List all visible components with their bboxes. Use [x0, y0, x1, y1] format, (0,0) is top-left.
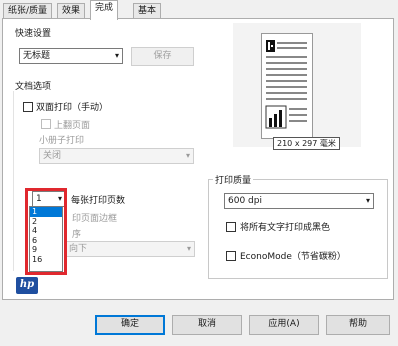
paper-size-label: 210 x 297 毫米	[273, 137, 340, 150]
booklet-select[interactable]: 关闭 ▾	[39, 148, 194, 164]
chevron-down-icon: ▾	[186, 244, 191, 253]
flip-up-checkbox[interactable]	[41, 119, 51, 129]
economode-label: EconoMode（节省碳粉）	[240, 252, 346, 262]
duplex-checkbox[interactable]	[23, 102, 33, 112]
booklet-label: 小册子打印	[39, 136, 85, 146]
booklet-value: 关闭	[43, 151, 62, 161]
page-sheet-preview	[261, 33, 313, 139]
quick-settings-select[interactable]: 无标题 ▾	[19, 48, 123, 64]
page-order-value: 向下	[69, 244, 88, 254]
duplex-label: 双面打印（手动）	[36, 103, 109, 113]
red-highlight-box	[25, 188, 67, 275]
page-order-label: 序	[72, 230, 82, 240]
quick-settings-label: 快速设置	[15, 29, 52, 39]
apply-button[interactable]: 应用(A)	[249, 315, 319, 335]
print-quality-value: 600 dpi	[228, 196, 262, 206]
tab-bar: 纸张/质量 效果 完成 基本	[0, 0, 398, 20]
tab-effects[interactable]: 效果	[57, 3, 86, 19]
page-preview: 210 x 297 毫米	[233, 23, 361, 150]
print-quality-label: 打印质量	[213, 173, 254, 186]
chevron-down-icon: ▾	[185, 151, 190, 160]
tab-basics[interactable]: 基本	[133, 3, 162, 19]
cancel-button[interactable]: 取消	[172, 315, 242, 335]
save-button[interactable]: 保存	[131, 47, 194, 66]
chevron-down-icon: ▾	[114, 51, 119, 60]
ok-button[interactable]: 确定	[95, 315, 165, 335]
pages-per-sheet-label: 每张打印页数	[71, 196, 126, 206]
black-text-label: 将所有文字打印成黑色	[240, 223, 331, 233]
quick-settings-value: 无标题	[23, 51, 51, 61]
tab-paper-quality[interactable]: 纸张/质量	[3, 3, 53, 19]
black-text-checkbox[interactable]	[226, 222, 236, 232]
document-preview-icon	[265, 40, 307, 129]
print-quality-select[interactable]: 600 dpi ▾	[224, 193, 374, 209]
tab-finishing[interactable]: 完成	[90, 0, 119, 20]
hp-logo: hp	[16, 277, 38, 294]
economode-checkbox[interactable]	[226, 251, 236, 261]
printer-properties-dialog: 纸张/质量 效果 完成 基本 快速设置 无标题 ▾ 保存 文档选项 双面打印（手…	[0, 0, 398, 346]
chevron-down-icon: ▾	[365, 196, 370, 205]
print-border-label: 印页面边框	[72, 214, 118, 224]
help-button[interactable]: 帮助	[326, 315, 390, 335]
flip-up-label: 上翻页面	[54, 121, 91, 131]
page-order-select[interactable]: 向下 ▾	[65, 241, 195, 257]
